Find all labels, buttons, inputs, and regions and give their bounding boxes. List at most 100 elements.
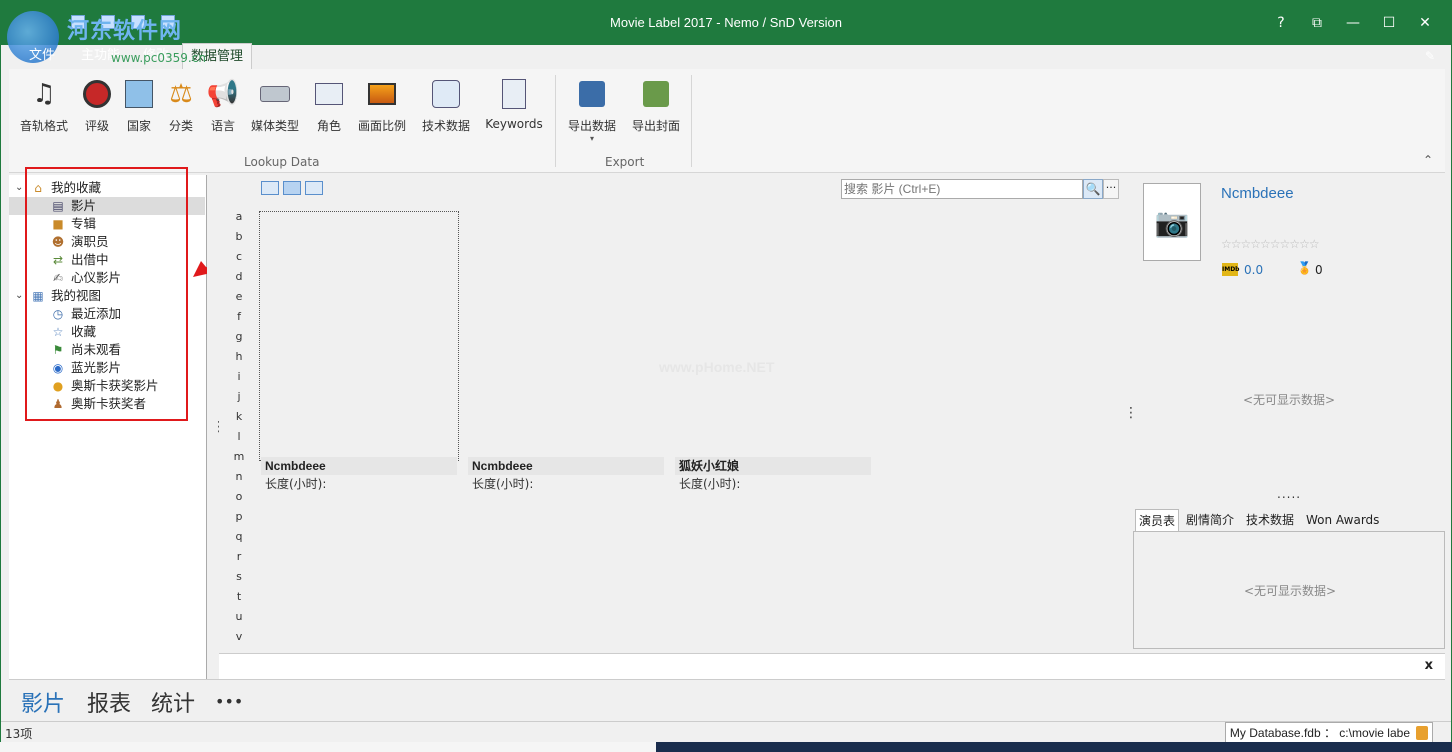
alpha-letter[interactable]: a: [233, 207, 245, 227]
category-label: 分类: [168, 119, 193, 133]
tech-data-icon: [429, 77, 463, 111]
tree-group-my-collection[interactable]: ⌄ ⌂ 我的收藏: [9, 179, 205, 197]
thumbnail-view-icon[interactable]: [283, 181, 301, 195]
tree-item-lent[interactable]: ⇄ 出借中: [9, 251, 205, 269]
alpha-letter[interactable]: q: [233, 527, 245, 547]
bulb-icon: ●: [52, 379, 64, 393]
tab-file[interactable]: 文件: [21, 43, 63, 69]
movie-card-title: Ncmbdeee: [261, 457, 457, 475]
maximize-button[interactable]: ☐: [1371, 11, 1407, 35]
rating-button[interactable]: 评级: [77, 77, 117, 134]
tree-item-oscar-winners[interactable]: ♟ 奥斯卡获奖者: [9, 395, 205, 413]
alpha-letter[interactable]: i: [233, 367, 245, 387]
alpha-letter[interactable]: d: [233, 267, 245, 287]
keywords-button[interactable]: Keywords: [483, 77, 545, 131]
alpha-letter[interactable]: k: [233, 407, 245, 427]
alpha-letter[interactable]: m: [233, 447, 245, 467]
role-card-icon: [312, 77, 346, 111]
alpha-letter[interactable]: t: [233, 587, 245, 607]
alpha-letter[interactable]: j: [233, 387, 245, 407]
nav-more[interactable]: •••: [215, 692, 243, 711]
aspect-ratio-button[interactable]: 画面比例: [355, 77, 409, 134]
list-view-icon[interactable]: [305, 181, 323, 195]
alpha-letter[interactable]: o: [233, 487, 245, 507]
search-icon[interactable]: 🔍: [1083, 179, 1103, 199]
box-icon: ■: [52, 217, 64, 231]
tree-item-label: 蓝光影片: [71, 360, 122, 375]
tree-item-bluray[interactable]: ◉ 蓝光影片: [9, 359, 205, 377]
alpha-letter[interactable]: v: [233, 627, 245, 647]
alpha-letter[interactable]: p: [233, 507, 245, 527]
chevron-down-icon[interactable]: ⌄: [15, 287, 23, 305]
alpha-letter[interactable]: c: [233, 247, 245, 267]
movie-card-length: 长度(小时):: [265, 477, 327, 491]
nav-statistics[interactable]: 统计: [151, 686, 195, 718]
wish-icon: ✍: [52, 271, 64, 285]
tree-item-unwatched[interactable]: ⚑ 尚未观看: [9, 341, 205, 359]
audio-format-button[interactable]: ♫ 音轨格式: [17, 77, 71, 134]
media-type-button[interactable]: 媒体类型: [249, 77, 301, 134]
tree-item-movies[interactable]: ▤ 影片: [9, 197, 205, 215]
poster-placeholder-icon[interactable]: 📷: [1143, 183, 1201, 261]
footer-navigation: 影片 报表 统计 •••: [9, 679, 1445, 721]
grid-view-icon[interactable]: [261, 181, 279, 195]
tech-data-button[interactable]: 技术数据: [419, 77, 473, 134]
details-title[interactable]: Ncmbdeee: [1221, 185, 1294, 202]
close-button[interactable]: ✕: [1407, 11, 1443, 35]
nav-reports[interactable]: 报表: [87, 686, 131, 718]
alpha-letter[interactable]: l: [233, 427, 245, 447]
help-button[interactable]: ?: [1263, 11, 1299, 35]
category-button[interactable]: ⚖ 分类: [161, 77, 201, 134]
tree-group-my-views[interactable]: ⌄ ▦ 我的视图: [9, 287, 205, 305]
movie-card-length: 长度(小时):: [472, 477, 534, 491]
tree-item-cast[interactable]: ☻ 演职员: [9, 233, 205, 251]
rating-stars[interactable]: ☆☆☆☆☆☆☆☆☆☆: [1221, 237, 1320, 251]
alpha-letter[interactable]: u: [233, 607, 245, 627]
alpha-letter[interactable]: s: [233, 567, 245, 587]
tab-cast[interactable]: 演员表: [1135, 509, 1180, 531]
tree-item-label: 最近添加: [71, 306, 122, 321]
export-cover-button[interactable]: 导出封面: [629, 77, 683, 134]
country-button[interactable]: 国家: [119, 77, 159, 134]
database-indicator[interactable]: My Database.fdb ： c:\movie labe: [1224, 722, 1433, 744]
restore-ribbon-button[interactable]: ⧉: [1299, 11, 1335, 35]
language-label: 语言: [210, 119, 235, 133]
ribbon-separator: [691, 75, 692, 167]
tree-item-recent[interactable]: ◷ 最近添加: [9, 305, 205, 323]
aspect-ratio-icon: [365, 77, 399, 111]
search-input[interactable]: [841, 179, 1083, 199]
window-title: Movie Label 2017 - Nemo / SnD Version: [610, 15, 842, 30]
tree-item-wishlist[interactable]: ✍ 心仪影片: [9, 269, 205, 287]
database-icon: [1416, 726, 1428, 740]
alpha-letter[interactable]: e: [233, 287, 245, 307]
ribbon: ♫ 音轨格式 评级 国家 ⚖ 分类 📢 语言 媒体类型 角色 画面比例 技术数据…: [9, 69, 1445, 173]
chevron-down-icon[interactable]: ⌄: [15, 179, 23, 197]
tree-item-albums[interactable]: ■ 专辑: [9, 215, 205, 233]
horizontal-grip-icon[interactable]: .....: [1277, 487, 1301, 501]
more-options-icon[interactable]: ···: [1103, 179, 1119, 199]
alpha-letter[interactable]: f: [233, 307, 245, 327]
no-data-message: <无可显示数据>: [1242, 393, 1336, 407]
minimize-button[interactable]: —: [1335, 11, 1371, 35]
tab-plot[interactable]: 剧情简介: [1183, 509, 1237, 531]
pin-icon[interactable]: ✎: [1425, 49, 1435, 63]
collapse-ribbon-icon[interactable]: ⌃: [1423, 153, 1433, 167]
tab-won-awards[interactable]: Won Awards: [1303, 509, 1382, 531]
imdb-rating[interactable]: 0.0: [1244, 263, 1263, 277]
close-icon[interactable]: x: [1425, 658, 1433, 673]
language-button[interactable]: 📢 语言: [203, 77, 243, 134]
export-data-button[interactable]: 导出数据 ▾: [565, 77, 619, 143]
watermark-center: www.pHome.NET: [659, 359, 775, 375]
tree-item-favorites[interactable]: ☆ 收藏: [9, 323, 205, 341]
alpha-letter[interactable]: n: [233, 467, 245, 487]
alpha-letter[interactable]: h: [233, 347, 245, 367]
tab-tech-data[interactable]: 技术数据: [1243, 509, 1297, 531]
nav-movies[interactable]: 影片: [21, 686, 65, 718]
role-label: 角色: [316, 119, 341, 133]
alpha-letter[interactable]: r: [233, 547, 245, 567]
role-button[interactable]: 角色: [309, 77, 349, 134]
tree-item-oscar-movies[interactable]: ● 奥斯卡获奖影片: [9, 377, 205, 395]
alpha-letter[interactable]: g: [233, 327, 245, 347]
tree-item-label: 出借中: [71, 252, 109, 267]
alpha-letter[interactable]: b: [233, 227, 245, 247]
